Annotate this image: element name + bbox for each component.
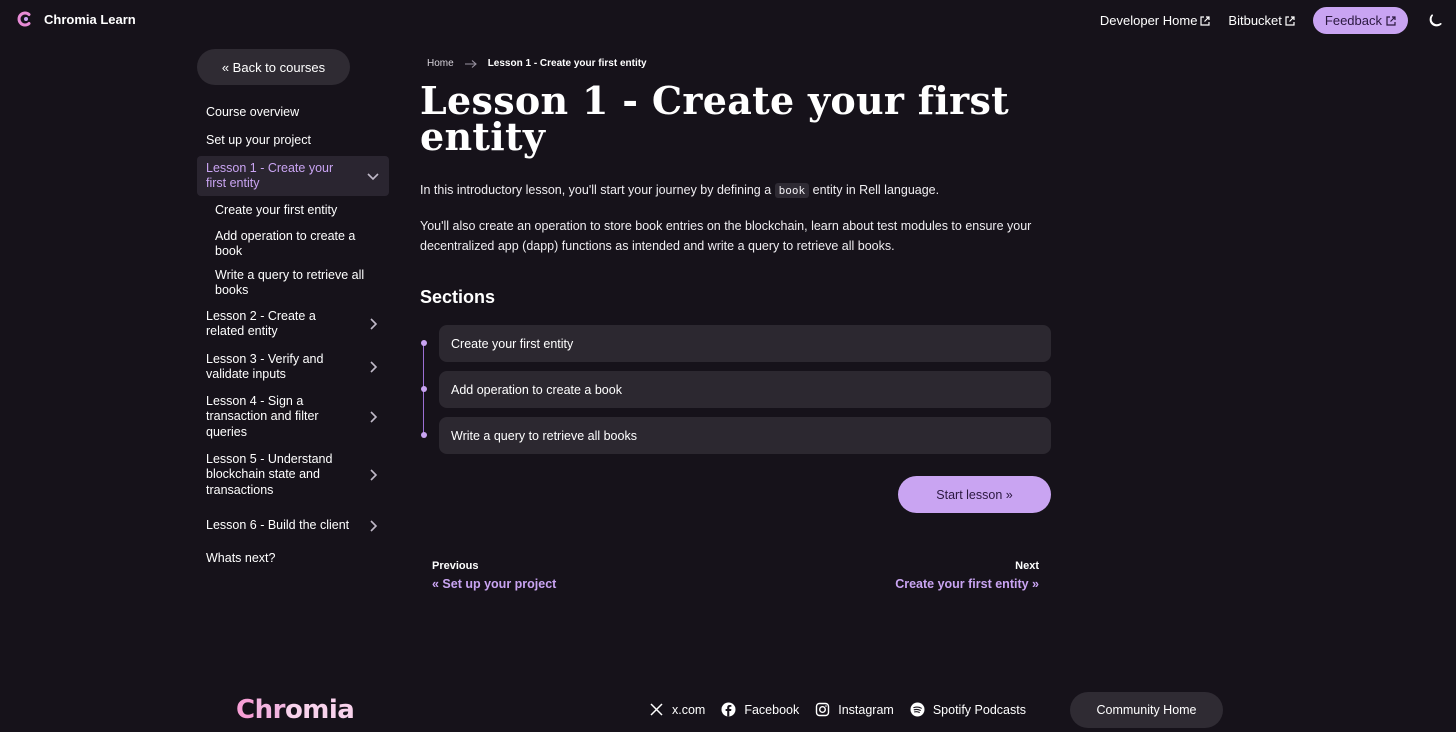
previous-page-link[interactable]: Previous « Set up your project bbox=[432, 560, 556, 591]
sections-list: Create your first entity Add operation t… bbox=[420, 325, 1060, 454]
section-card-add-operation[interactable]: Add operation to create a book bbox=[439, 371, 1051, 408]
back-to-courses-button[interactable]: « Back to courses bbox=[197, 49, 350, 85]
social-link-facebook[interactable]: Facebook bbox=[721, 702, 799, 717]
social-link-spotify[interactable]: Spotify Podcasts bbox=[910, 702, 1026, 717]
lesson-content: Home Lesson 1 - Create your first entity… bbox=[420, 58, 1060, 591]
timeline-dot bbox=[421, 340, 427, 346]
sidebar-item-setup[interactable]: Set up your project bbox=[197, 129, 389, 153]
sidebar-item-lesson-3[interactable]: Lesson 3 - Verify and validate inputs bbox=[197, 349, 389, 385]
developer-home-label: Developer Home bbox=[1099, 13, 1198, 28]
breadcrumb-home-link[interactable]: Home bbox=[427, 58, 454, 69]
social-label: Facebook bbox=[744, 702, 800, 717]
brand-link[interactable]: Chromia Learn bbox=[16, 10, 136, 28]
sidebar-item-label: Lesson 6 - Build the client bbox=[206, 518, 350, 533]
course-nav: Course overview Set up your project Less… bbox=[197, 101, 389, 571]
sidebar-subitem-add-operation[interactable]: Add operation to create a book bbox=[197, 226, 389, 262]
sidebar-subitem-write-query[interactable]: Write a query to retrieve all books bbox=[197, 265, 389, 301]
sidebar-item-label: Set up your project bbox=[206, 133, 311, 148]
timeline-dot bbox=[421, 386, 427, 392]
moon-icon[interactable] bbox=[1426, 12, 1444, 30]
chevron-right-icon[interactable] bbox=[366, 468, 380, 482]
sidebar-subitem-create-entity[interactable]: Create your first entity bbox=[197, 199, 389, 223]
chevron-right-icon[interactable] bbox=[366, 360, 380, 374]
page-title: Lesson 1 - Create your first entity bbox=[420, 78, 1010, 159]
sidebar-item-label: Create your first entity bbox=[215, 203, 338, 218]
sidebar-item-lesson-2[interactable]: Lesson 2 - Create a related entity bbox=[197, 306, 389, 342]
chevron-right-icon[interactable] bbox=[366, 519, 380, 533]
sidebar-item-whats-next[interactable]: Whats next? bbox=[197, 547, 389, 571]
arrow-right-icon bbox=[464, 59, 477, 68]
sidebar-item-label: Whats next? bbox=[206, 551, 276, 566]
bitbucket-label: Bitbucket bbox=[1228, 13, 1282, 28]
previous-title: « Set up your project bbox=[432, 577, 557, 591]
social-label: Instagram bbox=[838, 702, 894, 717]
logo-letter-c: C bbox=[236, 695, 255, 725]
facebook-icon bbox=[721, 702, 736, 717]
breadcrumb-current: Lesson 1 - Create your first entity bbox=[487, 58, 647, 69]
sections-heading: Sections bbox=[420, 287, 496, 307]
social-link-instagram[interactable]: Instagram bbox=[815, 702, 894, 717]
external-link-icon bbox=[1386, 15, 1396, 26]
sidebar-item-lesson-6[interactable]: Lesson 6 - Build the client bbox=[197, 508, 389, 544]
brand-name: Chromia Learn bbox=[44, 11, 136, 27]
logo-letters-hr: hr bbox=[254, 695, 286, 725]
logo-letters-omia: omia bbox=[284, 695, 355, 725]
sidebar-item-label: Add operation to create a book bbox=[215, 228, 356, 259]
sidebar-item-label: Course overview bbox=[206, 105, 300, 120]
inline-code: book bbox=[774, 183, 810, 198]
x-icon bbox=[650, 703, 663, 716]
description-paragraph: You'll also create an operation to store… bbox=[420, 219, 1032, 253]
feedback-label: Feedback bbox=[1324, 13, 1382, 28]
intro-paragraph: In this introductory lesson, you'll star… bbox=[420, 180, 1060, 201]
sidebar-item-label: Lesson 1 - Create your first entity bbox=[206, 160, 334, 191]
sidebar-item-label: Lesson 4 - Sign a transaction and filter… bbox=[206, 393, 319, 439]
footer-logo[interactable]: Chromia bbox=[236, 694, 355, 725]
breadcrumb: Home Lesson 1 - Create your first entity bbox=[427, 58, 1060, 69]
sidebar-item-label: Write a query to retrieve all books bbox=[215, 267, 365, 298]
chromia-logo-icon bbox=[17, 11, 31, 27]
chevron-right-icon[interactable] bbox=[366, 410, 380, 424]
next-label: Next bbox=[1015, 560, 1039, 572]
top-bar: Chromia Learn Developer Home Bitbucket F… bbox=[0, 0, 1456, 40]
spotify-icon bbox=[910, 702, 925, 717]
social-link-x[interactable]: x.com bbox=[649, 702, 705, 717]
sidebar-item-label: Lesson 2 - Create a related entity bbox=[206, 308, 316, 339]
social-label: x.com bbox=[672, 702, 706, 717]
social-label: Spotify Podcasts bbox=[932, 702, 1026, 717]
sidebar-item-label: Lesson 5 - Understand blockchain state a… bbox=[206, 451, 333, 497]
intro-text-after: entity in Rell language. bbox=[809, 183, 940, 197]
previous-label: Previous bbox=[432, 560, 479, 572]
bitbucket-link[interactable]: Bitbucket bbox=[1228, 13, 1295, 28]
community-home-button[interactable]: Community Home bbox=[1070, 692, 1223, 728]
chevron-right-icon[interactable] bbox=[366, 317, 380, 331]
intro-text-before: In this introductory lesson, you'll star… bbox=[420, 183, 775, 197]
sidebar-item-course-overview[interactable]: Course overview bbox=[197, 101, 389, 125]
sidebar-item-lesson-4[interactable]: Lesson 4 - Sign a transaction and filter… bbox=[197, 392, 389, 442]
social-links: x.com Facebook Instagram Spotify Podcast… bbox=[649, 702, 1026, 717]
sidebar-item-lesson-1[interactable]: Lesson 1 - Create your first entity bbox=[197, 156, 389, 196]
next-title: Create your first entity » bbox=[895, 577, 1039, 591]
footer-logo-text: Chromia bbox=[236, 695, 355, 725]
external-link-icon bbox=[1285, 15, 1295, 26]
feedback-button[interactable]: Feedback bbox=[1312, 7, 1408, 34]
section-card-write-query[interactable]: Write a query to retrieve all books bbox=[439, 417, 1051, 454]
sidebar-item-lesson-5[interactable]: Lesson 5 - Understand blockchain state a… bbox=[197, 450, 389, 500]
chevron-down-icon[interactable] bbox=[366, 169, 380, 183]
next-page-link[interactable]: Next Create your first entity » bbox=[895, 560, 1039, 591]
sidebar-item-label: Lesson 3 - Verify and validate inputs bbox=[206, 351, 324, 382]
pagination: Previous « Set up your project Next Crea… bbox=[432, 560, 1039, 591]
instagram-icon bbox=[816, 702, 830, 717]
course-sidebar: « Back to courses Course overview Set up… bbox=[197, 49, 389, 571]
section-card-create-entity[interactable]: Create your first entity bbox=[439, 325, 1051, 362]
external-link-icon bbox=[1200, 15, 1211, 26]
developer-home-link[interactable]: Developer Home bbox=[1100, 13, 1211, 28]
top-nav: Developer Home Bitbucket Feedback bbox=[1100, 7, 1444, 34]
start-lesson-button[interactable]: Start lesson » bbox=[898, 476, 1051, 513]
timeline-dot bbox=[421, 432, 427, 438]
